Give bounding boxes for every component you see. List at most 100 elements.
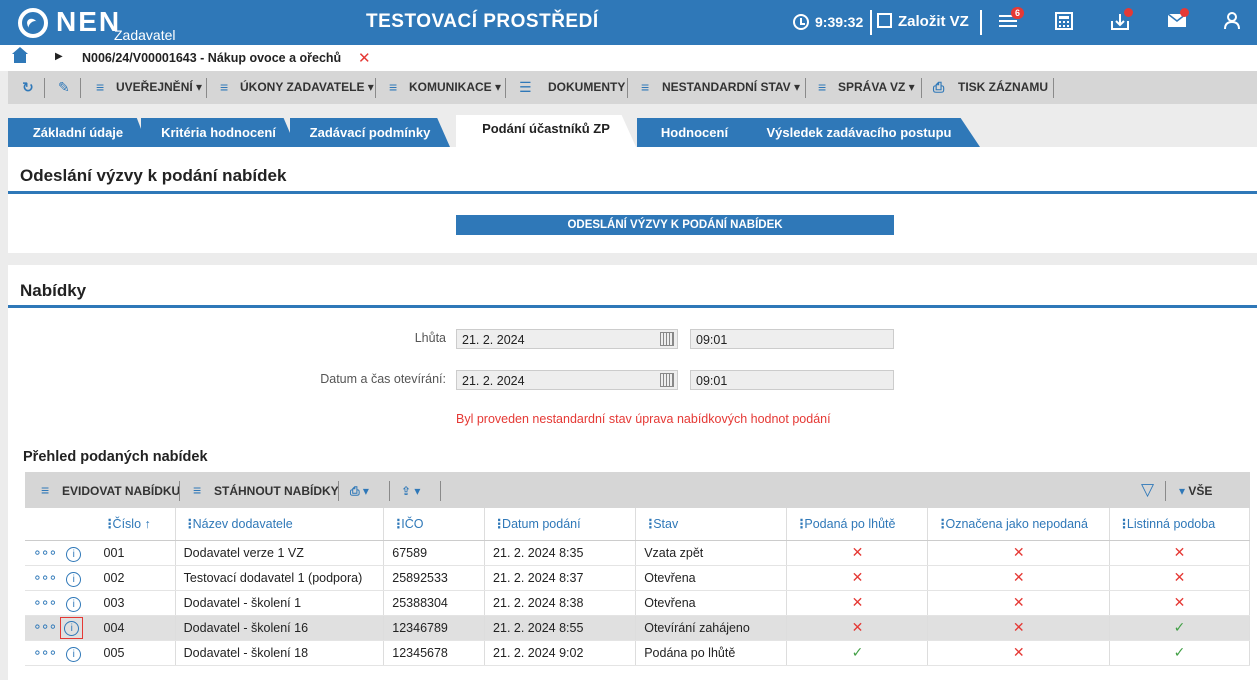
column-header-paper[interactable]: ⋮Listinná podoba: [1109, 508, 1251, 541]
more-options-icon[interactable]: ∘∘∘: [33, 618, 57, 634]
calculator-icon[interactable]: [1055, 12, 1077, 32]
cell-late: ✕: [786, 615, 929, 641]
column-header-date[interactable]: ⋮Datum podání: [484, 508, 637, 541]
grid-export-menu[interactable]: ⇪ ▾: [401, 484, 420, 498]
more-options-icon[interactable]: ∘∘∘: [33, 544, 57, 560]
refresh-icon[interactable]: ↻: [22, 79, 34, 96]
check-icon: ✓: [851, 644, 864, 660]
register-offer-button[interactable]: EVIDOVAT NABÍDKU: [62, 484, 180, 498]
toolbar-actions[interactable]: ÚKONY ZADAVATELE ▾: [240, 80, 374, 94]
column-header-supplier[interactable]: ⋮Název dodavatele: [175, 508, 385, 541]
cell-status: Vzata zpět: [635, 540, 788, 566]
filter-icon[interactable]: ▽: [1141, 480, 1154, 500]
info-icon[interactable]: i: [66, 596, 82, 612]
cell-ico: 67589: [383, 540, 486, 566]
user-icon[interactable]: [1224, 12, 1246, 32]
table-row-selected[interactable]: ∘∘∘ i 004 Dodavatel - školení 16 12346789…: [25, 615, 1251, 641]
more-options-icon[interactable]: ∘∘∘: [33, 644, 57, 660]
mail-icon[interactable]: [1167, 8, 1189, 32]
offers-table: ⋮Číslo ↑ ⋮Název dodavatele ⋮IČO ⋮Datum p…: [25, 508, 1251, 666]
column-header-unsubmitted[interactable]: ⋮Označena jako nepodaná: [927, 508, 1110, 541]
deadline-time-value: 09:01: [696, 333, 728, 347]
cross-icon: ✕: [1012, 594, 1025, 610]
logo-icon: [18, 8, 48, 38]
session-clock: 9:39:32: [793, 14, 863, 30]
column-header-status[interactable]: ⋮Stav: [635, 508, 788, 541]
toolbar-separator: [805, 78, 806, 98]
grid-print-menu[interactable]: ⎙ ▾: [350, 484, 369, 499]
tab-submissions[interactable]: Podání účastníků ZP: [456, 115, 636, 147]
cell-supplier: Dodavatel - školení 18: [175, 640, 385, 666]
toolbar-actions-label: ÚKONY ZADAVATELE: [240, 80, 365, 94]
table-row[interactable]: ∘∘∘ i 005 Dodavatel - školení 18 12345678…: [25, 640, 1251, 666]
column-header-status-label: Stav: [653, 517, 679, 532]
toolbar-separator: [206, 78, 207, 98]
info-icon[interactable]: i: [66, 646, 82, 662]
toolbar-separator: [375, 78, 376, 98]
notification-badge: 6: [1011, 7, 1025, 19]
logo-subtitle: Zadavatel: [114, 27, 176, 43]
toolbar-manage[interactable]: SPRÁVA VZ ▾: [838, 80, 915, 94]
table-row[interactable]: ∘∘∘ i 002 Testovací dodavatel 1 (podpora)…: [25, 565, 1251, 591]
toolbar-communication-label: KOMUNIKACE: [409, 80, 492, 94]
cell-supplier: Testovací dodavatel 1 (podpora): [175, 565, 385, 591]
toolbar-documents[interactable]: DOKUMENTY: [548, 80, 625, 94]
download-offers-button[interactable]: STÁHNOUT NABÍDKY: [214, 484, 339, 498]
deadline-date-value: 21. 2. 2024: [462, 333, 525, 347]
column-header-late[interactable]: ⋮Podaná po lhůtě: [786, 508, 929, 541]
cell-status: Otevřena: [635, 590, 788, 616]
send-invitation-button[interactable]: ODESLÁNÍ VÝZVY K PODÁNÍ NABÍDEK: [456, 215, 894, 235]
nonstandard-warning: Byl proveden nestandardní stav úprava na…: [456, 412, 831, 426]
download-icon: ≡: [193, 482, 202, 498]
info-icon[interactable]: i: [64, 620, 80, 636]
header-divider: [980, 10, 982, 35]
cell-number: 002: [95, 565, 176, 591]
cell-supplier: Dodavatel - školení 16: [175, 615, 385, 641]
deadline-time-field[interactable]: 09:01: [690, 329, 894, 349]
pencil-icon[interactable]: ✎: [58, 79, 70, 96]
notifications-menu-icon[interactable]: 6: [999, 7, 1025, 32]
edit-icon: [877, 13, 892, 28]
show-all-toggle[interactable]: ▾ VŠE: [1179, 484, 1212, 498]
column-header-number[interactable]: ⋮Číslo ↑: [95, 508, 176, 541]
info-icon[interactable]: i: [66, 571, 82, 587]
table-row[interactable]: ∘∘∘ i 001 Dodavatel verze 1 VZ 67589 21. …: [25, 540, 1251, 566]
cell-late: ✕: [786, 590, 929, 616]
tab-basic-info[interactable]: Základní údaje: [8, 118, 148, 147]
cross-icon: ✕: [1012, 569, 1025, 585]
opening-date-field[interactable]: 21. 2. 2024: [456, 370, 678, 390]
calendar-icon[interactable]: [660, 332, 674, 346]
tab-criteria[interactable]: Kritéria hodnocení: [141, 118, 296, 147]
deadline-date-field[interactable]: 21. 2. 2024: [456, 329, 678, 349]
toolbar-publish[interactable]: UVEŘEJNĚNÍ ▾: [116, 80, 202, 94]
create-vz-label: Založit VZ: [898, 13, 969, 30]
tab-conditions[interactable]: Zadávací podmínky: [290, 118, 450, 147]
inbox-icon[interactable]: [1111, 8, 1133, 32]
table-row[interactable]: ∘∘∘ i 003 Dodavatel - školení 1 25388304 …: [25, 590, 1251, 616]
breadcrumb-path[interactable]: N006/24/V00001643 - Nákup ovoce a ořechů: [82, 51, 341, 65]
cell-paper: ✕: [1109, 540, 1251, 566]
inbox-alert-dot: [1124, 8, 1133, 17]
breadcrumb-arrow-icon: ▶: [55, 51, 63, 62]
cell-late: ✕: [786, 565, 929, 591]
row-actions: ∘∘∘ i: [25, 540, 96, 566]
more-options-icon[interactable]: ∘∘∘: [33, 569, 57, 585]
toolbar-nonstandard[interactable]: NESTANDARDNÍ STAV ▾: [662, 80, 800, 94]
create-vz-button[interactable]: Založit VZ: [877, 13, 969, 30]
cell-date: 21. 2. 2024 8:35: [484, 540, 637, 566]
home-icon[interactable]: [12, 47, 28, 63]
tab-result[interactable]: Výsledek zadávacího postupu: [738, 118, 980, 147]
column-header-ico[interactable]: ⋮IČO: [383, 508, 486, 541]
tab-evaluation[interactable]: Hodnocení: [637, 118, 752, 147]
close-icon[interactable]: ✕: [358, 49, 371, 67]
cell-supplier: Dodavatel - školení 1: [175, 590, 385, 616]
info-icon[interactable]: i: [66, 546, 82, 562]
opening-time-field[interactable]: 09:01: [690, 370, 894, 390]
cell-number: 005: [95, 640, 176, 666]
calendar-icon[interactable]: [660, 373, 674, 387]
cross-icon: ✕: [1173, 569, 1186, 585]
toolbar-communication[interactable]: KOMUNIKACE ▾: [409, 80, 501, 94]
toolbar-print[interactable]: TISK ZÁZNAMU: [958, 80, 1048, 94]
more-options-icon[interactable]: ∘∘∘: [33, 594, 57, 610]
cross-icon: ✕: [851, 594, 864, 610]
